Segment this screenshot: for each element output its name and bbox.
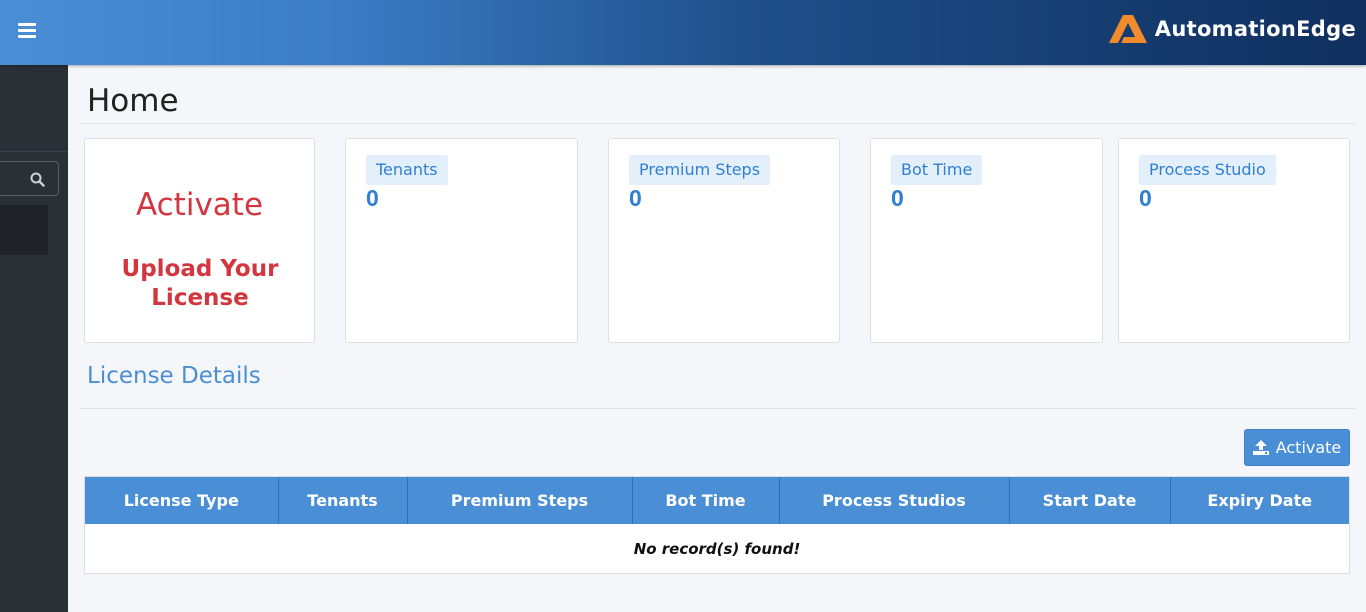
stat-card-bot-time: Bot Time 0 — [870, 138, 1103, 343]
stat-label: Tenants — [366, 155, 448, 185]
license-table: License Type Tenants Premium Steps Bot T… — [84, 476, 1350, 574]
search-icon[interactable] — [30, 172, 45, 187]
stat-value: 0 — [629, 185, 642, 211]
column-header-start-date[interactable]: Start Date — [1009, 477, 1171, 524]
table-row: No record(s) found! — [85, 524, 1349, 574]
stat-card-premium-steps: Premium Steps 0 — [608, 138, 840, 343]
sidebar-divider — [0, 151, 68, 152]
brand-logo[interactable]: AutomationEdge — [1107, 12, 1356, 46]
table-header-row: License Type Tenants Premium Steps Bot T… — [85, 477, 1349, 524]
column-header-process-studios[interactable]: Process Studios — [779, 477, 1010, 524]
sidebar-active-item[interactable] — [0, 205, 48, 255]
stat-value: 0 — [366, 185, 379, 211]
page-title: Home — [87, 83, 179, 119]
main-content: Home Activate Upload Your License Tenant… — [68, 65, 1366, 612]
column-header-premium-steps[interactable]: Premium Steps — [407, 477, 633, 524]
stat-label: Premium Steps — [629, 155, 771, 185]
empty-table-message: No record(s) found! — [633, 540, 801, 558]
activate-button[interactable]: Activate — [1244, 429, 1350, 466]
license-details-header: License Details — [79, 351, 1355, 409]
stat-card-tenants: Tenants 0 — [345, 138, 578, 343]
activate-card-title[interactable]: Activate — [85, 187, 314, 223]
stat-label: Bot Time — [891, 155, 983, 185]
column-header-bot-time[interactable]: Bot Time — [632, 477, 780, 524]
activate-card[interactable]: Activate Upload Your License — [84, 138, 315, 343]
stat-card-process-studio: Process Studio 0 — [1118, 138, 1350, 343]
column-header-tenants[interactable]: Tenants — [278, 477, 408, 524]
automationedge-logo-icon — [1108, 15, 1147, 43]
column-header-license-type[interactable]: License Type — [85, 477, 279, 524]
upload-license-link[interactable]: Upload Your License — [105, 255, 295, 313]
stat-value: 0 — [1139, 185, 1152, 211]
sidebar — [0, 65, 68, 612]
stat-value: 0 — [891, 185, 904, 211]
activate-button-label[interactable]: Activate — [1276, 438, 1342, 457]
brand-name: AutomationEdge — [1154, 17, 1356, 41]
hamburger-icon[interactable] — [18, 23, 38, 39]
page-header: Home — [79, 71, 1355, 124]
sidebar-search-input[interactable] — [0, 161, 59, 196]
column-header-expiry-date[interactable]: Expiry Date — [1170, 477, 1349, 524]
top-navbar: AutomationEdge — [0, 0, 1366, 65]
stat-label: Process Studio — [1139, 155, 1276, 185]
license-details-title: License Details — [87, 363, 261, 389]
upload-icon — [1252, 440, 1269, 455]
